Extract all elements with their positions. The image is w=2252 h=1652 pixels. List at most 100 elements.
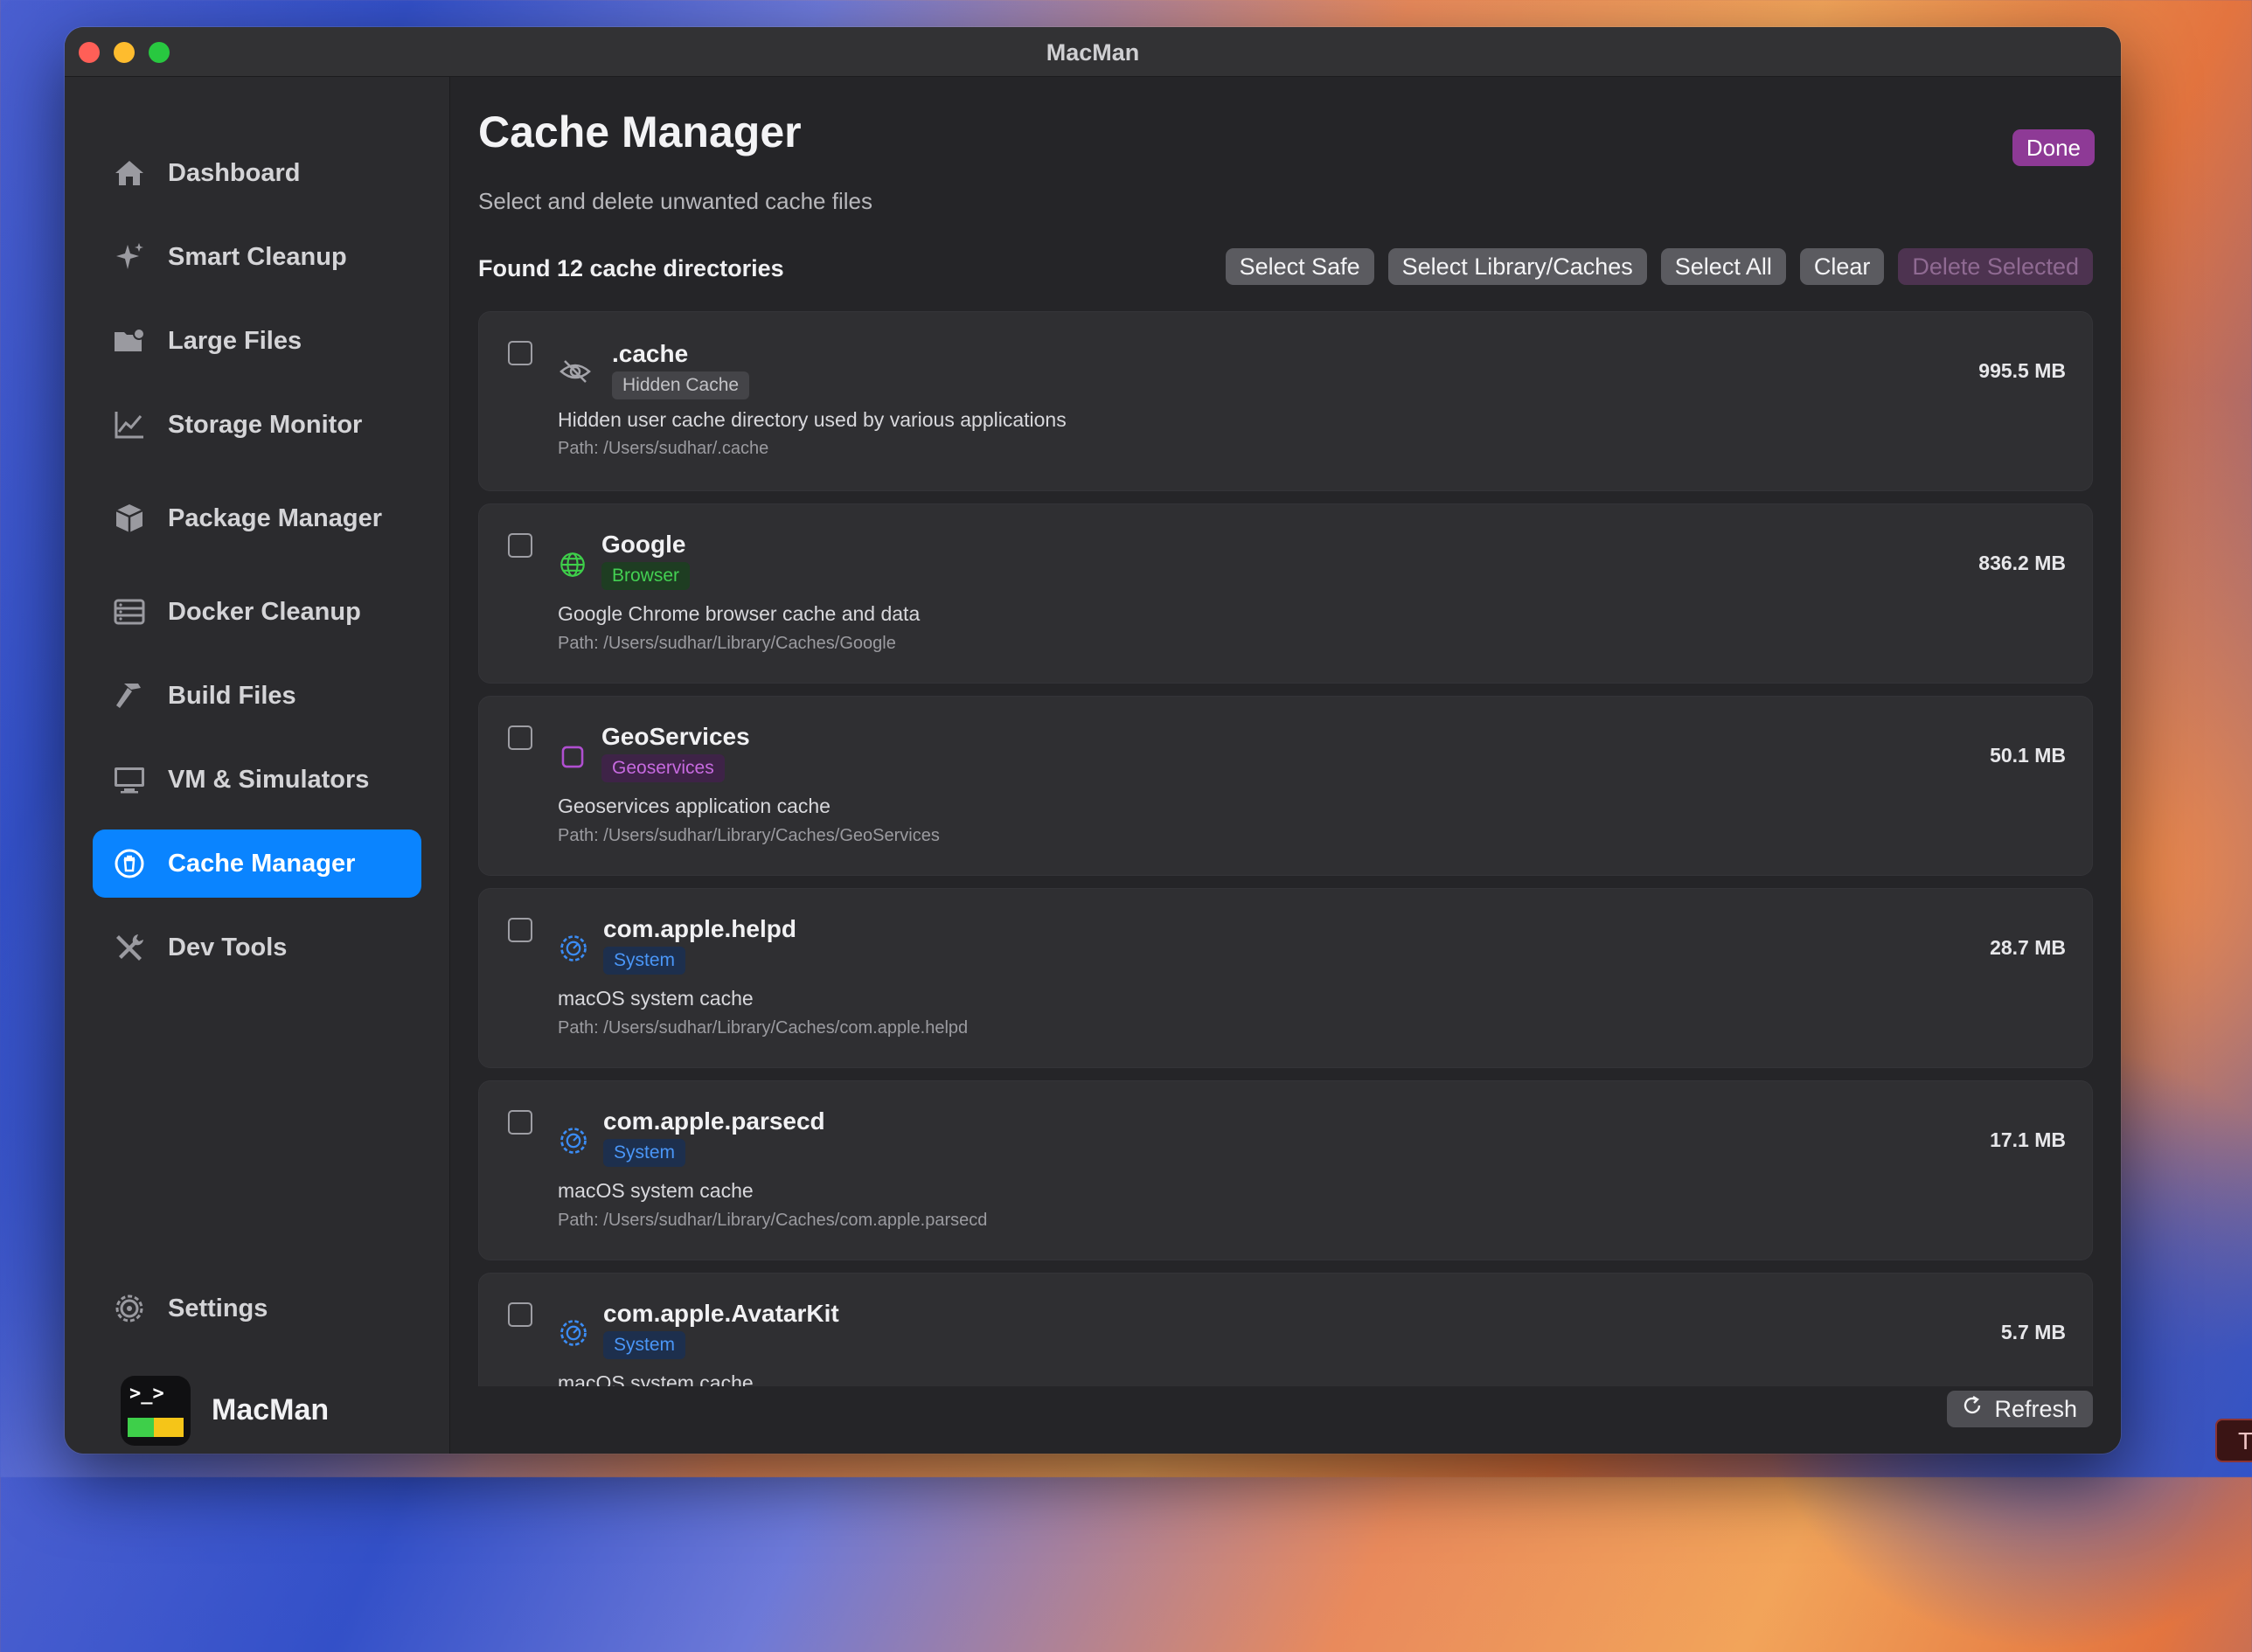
cache-item-name: com.apple.helpd <box>603 915 796 942</box>
cache-item-path: Path: /Users/sudhar/Library/Caches/com.a… <box>558 1211 988 1230</box>
sidebar-item-label: Storage Monitor <box>168 411 363 439</box>
cache-item-size: 28.7 MB <box>1990 936 2066 959</box>
gear-icon <box>558 933 589 964</box>
app-name: MacMan <box>212 1393 330 1426</box>
line-chart-icon <box>112 407 147 442</box>
overlay-corner-tab[interactable]: T <box>2215 1419 2252 1462</box>
cache-list[interactable]: .cache Hidden Cache Hidden user cache di… <box>478 311 2093 1386</box>
sidebar-item-large-files[interactable]: Large Files <box>93 307 421 375</box>
sidebar-item-label: Smart Cleanup <box>168 243 347 271</box>
cache-category-badge: Browser <box>601 562 691 590</box>
selection-toolbar: Select Safe Select Library/Caches Select… <box>1225 248 2093 285</box>
sidebar-item-smart-cleanup[interactable]: Smart Cleanup <box>93 223 421 291</box>
cache-item[interactable]: GeoServices Geoservices Geoservices appl… <box>478 696 2093 876</box>
sidebar-item-label: Docker Cleanup <box>168 598 361 626</box>
cache-item-name: com.apple.AvatarKit <box>603 1300 839 1327</box>
cache-item-checkbox[interactable] <box>508 341 532 365</box>
cache-item-checkbox[interactable] <box>508 1110 532 1135</box>
refresh-icon <box>1961 1391 1984 1427</box>
sidebar-item-vm-simulators[interactable]: VM & Simulators <box>93 746 421 814</box>
cache-item-description: Hidden user cache directory used by vari… <box>558 408 1067 431</box>
cache-item[interactable]: com.apple.parsecd System macOS system ca… <box>478 1080 2093 1260</box>
house-icon <box>112 156 147 191</box>
clear-selection-button[interactable]: Clear <box>1799 248 1885 285</box>
sidebar-item-label: Build Files <box>168 682 296 710</box>
cache-category-badge: Geoservices <box>601 754 725 782</box>
sidebar-item-settings[interactable]: Settings <box>93 1274 421 1343</box>
settings-label: Settings <box>168 1295 268 1322</box>
cache-item[interactable]: com.apple.AvatarKit System macOS system … <box>478 1273 2093 1386</box>
select-safe-button[interactable]: Select Safe <box>1225 248 1374 285</box>
cache-category-badge: System <box>603 1331 686 1359</box>
sidebar-item-dev-tools[interactable]: Dev Tools <box>93 913 421 982</box>
cache-item-description: macOS system cache <box>558 987 754 1010</box>
cache-item-path: Path: /Users/sudhar/.cache <box>558 439 769 458</box>
cache-item-size: 17.1 MB <box>1990 1128 2066 1151</box>
cache-item-path: Path: /Users/sudhar/Library/Caches/GeoSe… <box>558 826 940 845</box>
tools-icon <box>112 930 147 965</box>
square-icon <box>558 742 587 772</box>
page-subtitle: Select and delete unwanted cache files <box>478 188 872 214</box>
main-content: Cache Manager Select and delete unwanted… <box>450 77 2121 1454</box>
sidebar: Dashboard Smart Cleanup Large Files Stor… <box>65 77 450 1454</box>
sidebar-item-label: Cache Manager <box>168 850 356 878</box>
cache-item-size: 5.7 MB <box>2000 1321 2066 1343</box>
page-title: Cache Manager <box>478 108 802 156</box>
globe-icon <box>558 550 587 580</box>
server-rack-icon <box>112 594 147 629</box>
cache-item-description: macOS system cache <box>558 1371 754 1386</box>
monitor-icon <box>112 762 147 797</box>
cache-item-checkbox[interactable] <box>508 1302 532 1327</box>
refresh-label: Refresh <box>1994 1396 2077 1422</box>
cache-item-description: macOS system cache <box>558 1179 754 1202</box>
cache-count-label: Found 12 cache directories <box>478 255 784 281</box>
app-window: MacMan Dashboard Smart Cleanup Large Fil… <box>65 27 2121 1454</box>
cache-item-name: GeoServices <box>601 723 750 750</box>
cache-item-path: Path: /Users/sudhar/Library/Caches/com.a… <box>558 1018 969 1038</box>
gear-icon <box>558 1125 589 1156</box>
title-bar[interactable]: MacMan <box>65 27 2121 77</box>
gear-icon <box>558 1317 589 1349</box>
cache-item-size: 50.1 MB <box>1990 744 2066 767</box>
sidebar-item-package-manager[interactable]: Package Manager <box>93 475 421 562</box>
folder-badge-icon <box>112 323 147 358</box>
cache-item[interactable]: Google Browser Google Chrome browser cac… <box>478 503 2093 684</box>
sidebar-item-label: Large Files <box>168 327 302 355</box>
cache-item[interactable]: .cache Hidden Cache Hidden user cache di… <box>478 311 2093 491</box>
refresh-button[interactable]: Refresh <box>1947 1391 2093 1427</box>
cache-item-checkbox[interactable] <box>508 725 532 750</box>
eye-slash-icon <box>558 354 593 389</box>
select-all-button[interactable]: Select All <box>1660 248 1786 285</box>
cache-item-checkbox[interactable] <box>508 533 532 558</box>
cache-category-badge: System <box>603 1139 686 1167</box>
gear-icon <box>112 1291 147 1326</box>
cache-category-badge: System <box>603 947 686 975</box>
cache-item-size: 995.5 MB <box>1978 359 2066 382</box>
sidebar-item-label: Package Manager <box>168 504 383 532</box>
sparkles-icon <box>112 239 147 274</box>
sidebar-item-label: Dev Tools <box>168 934 288 961</box>
delete-selected-button[interactable]: Delete Selected <box>1898 248 2093 285</box>
sidebar-item-dashboard[interactable]: Dashboard <box>93 139 421 207</box>
select-library-caches-button[interactable]: Select Library/Caches <box>1387 248 1647 285</box>
cache-item-name: Google <box>601 531 686 558</box>
window-title: MacMan <box>1046 39 1140 66</box>
cache-item-path: Path: /Users/sudhar/Library/Caches/Googl… <box>558 634 896 653</box>
cache-item-size: 836.2 MB <box>1978 552 2066 574</box>
done-button[interactable]: Done <box>2012 129 2095 166</box>
app-logo: >_> <box>121 1376 191 1446</box>
sidebar-item-build-files[interactable]: Build Files <box>93 662 421 730</box>
cache-item[interactable]: com.apple.helpd System macOS system cach… <box>478 888 2093 1068</box>
sidebar-item-cache-manager[interactable]: Cache Manager <box>93 829 421 898</box>
sidebar-item-docker-cleanup[interactable]: Docker Cleanup <box>93 578 421 646</box>
sidebar-item-label: Dashboard <box>168 159 301 187</box>
sidebar-item-label: VM & Simulators <box>168 766 370 794</box>
trash-circle-icon <box>112 846 147 881</box>
cache-item-description: Google Chrome browser cache and data <box>558 602 921 625</box>
hammer-icon <box>112 678 147 713</box>
cache-item-name: .cache <box>612 340 689 367</box>
sidebar-item-storage-monitor[interactable]: Storage Monitor <box>93 391 421 459</box>
package-icon <box>112 501 147 536</box>
app-brand: >_> MacMan <box>121 1376 418 1446</box>
cache-item-checkbox[interactable] <box>508 918 532 942</box>
